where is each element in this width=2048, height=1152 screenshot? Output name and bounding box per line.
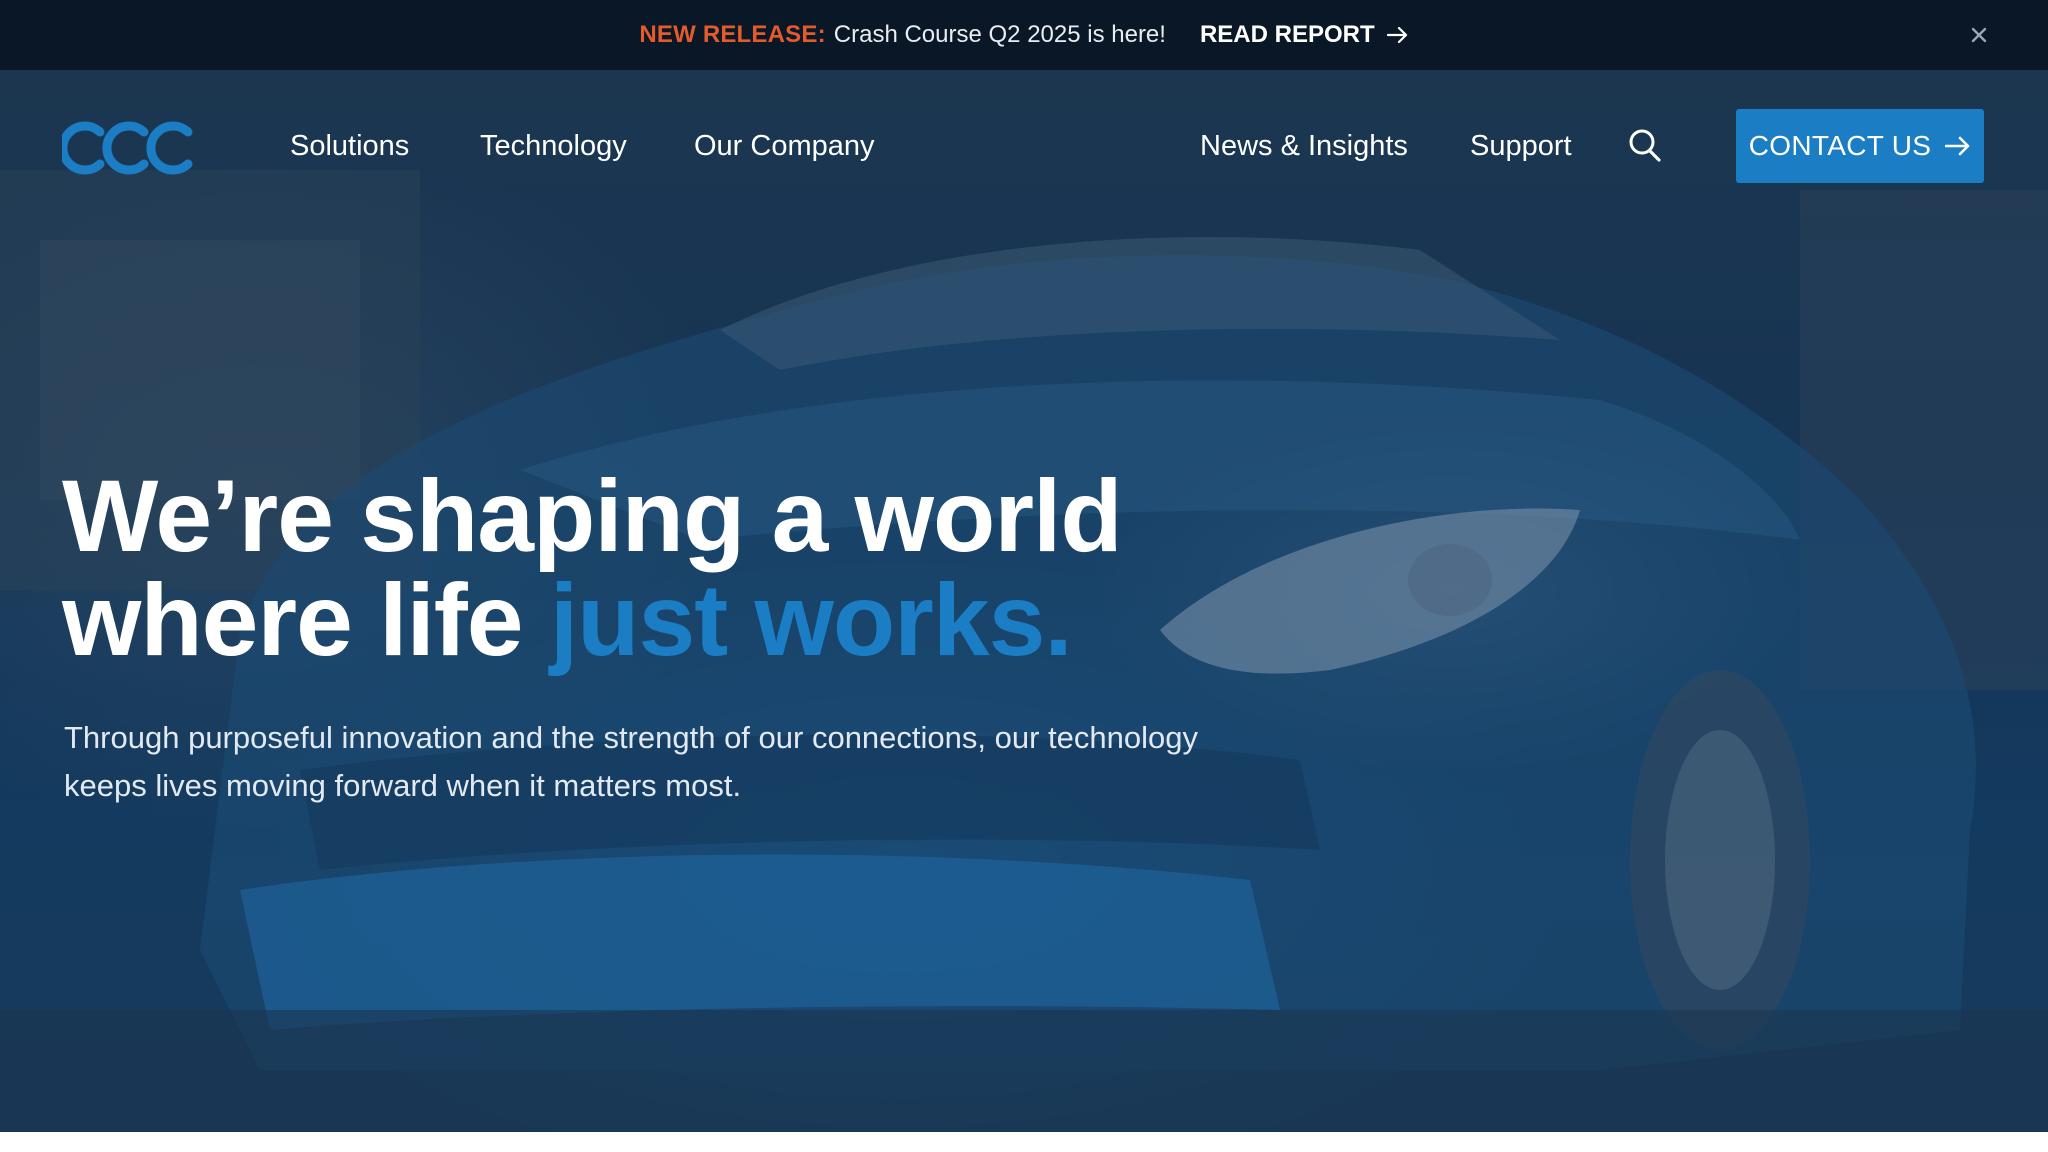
nav-item-news-insights[interactable]: News & Insights [1200,128,1408,164]
arrow-right-icon [1945,136,1970,156]
announcement-content: NEW RELEASE: Crash Course Q2 2025 is her… [639,21,1408,49]
main-navigation: Solutions Technology Our Company News & … [0,70,2048,220]
hero-headline: We’re shaping a world where life just wo… [62,464,1262,672]
nav-item-our-company[interactable]: Our Company [694,128,875,164]
subtext-line-2: keeps lives moving forward when it matte… [64,768,742,803]
headline-line-1: We’re shaping a world [62,459,1123,573]
nav-item-technology[interactable]: Technology [480,128,627,164]
close-icon[interactable] [1966,22,1992,48]
nav-item-solutions[interactable]: Solutions [290,128,409,164]
contact-us-button[interactable]: CONTACT US [1736,109,1984,183]
search-icon[interactable] [1628,128,1662,164]
announcement-tag: NEW RELEASE: [639,21,826,48]
hero-subtext: Through purposeful innovation and the st… [64,714,1254,810]
arrow-right-icon [1386,26,1407,44]
read-report-label: READ REPORT [1199,21,1375,48]
announcement-bar: NEW RELEASE: Crash Course Q2 2025 is her… [0,0,2048,70]
hero-section: Solutions Technology Our Company News & … [0,70,2048,1132]
read-report-link[interactable]: READ REPORT [1200,21,1409,49]
announcement-message: Crash Course Q2 2025 is here! [833,21,1166,48]
headline-line-2: where life just works. [62,568,1262,672]
subtext-line-1: Through purposeful innovation and the st… [64,720,1198,755]
contact-us-label: CONTACT US [1748,130,1932,161]
headline-plain-text: where life [62,563,550,677]
nav-item-support[interactable]: Support [1470,128,1572,164]
headline-accent-text: just works. [549,563,1073,677]
ccc-logo[interactable] [62,118,204,178]
